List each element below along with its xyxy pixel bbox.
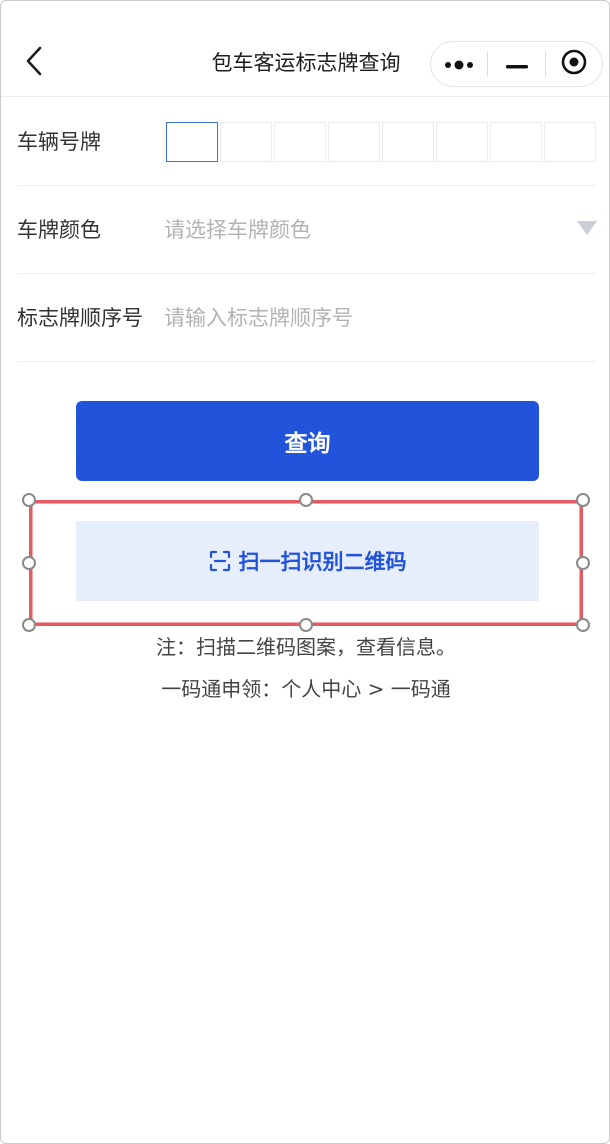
page-title: 包车客运标志牌查询 bbox=[211, 51, 401, 75]
resize-handle[interactable] bbox=[22, 556, 36, 570]
resize-handle[interactable] bbox=[22, 618, 36, 632]
target-circle-icon bbox=[561, 49, 587, 79]
sign-serial-row: 标志牌顺序号 bbox=[17, 274, 597, 362]
resize-handle[interactable] bbox=[299, 618, 313, 632]
plate-char-box[interactable] bbox=[166, 122, 218, 162]
scan-frame-icon bbox=[209, 550, 231, 572]
plate-color-placeholder: 请选择车牌颜色 bbox=[164, 218, 311, 242]
plate-color-label: 车牌颜色 bbox=[17, 218, 101, 242]
chevron-left-icon bbox=[25, 46, 43, 80]
nav-bar: 包车客运标志牌查询 bbox=[1, 1, 609, 97]
resize-handle[interactable] bbox=[576, 556, 590, 570]
plate-number-input bbox=[166, 122, 598, 162]
plate-number-row: 车辆号牌 bbox=[17, 98, 597, 186]
mini-program-capsule bbox=[430, 41, 603, 87]
plate-char-box[interactable] bbox=[328, 122, 380, 162]
close-miniprogram-button[interactable] bbox=[546, 41, 602, 87]
phone-frame: 包车客运标志牌查询 车辆号牌 车牌颜色 请选择车牌颜色 标志牌顺序号 请输入标志… bbox=[0, 0, 610, 1144]
plate-char-box[interactable] bbox=[436, 122, 488, 162]
more-button[interactable] bbox=[431, 41, 487, 87]
resize-handle[interactable] bbox=[22, 493, 36, 507]
more-dots-icon bbox=[444, 55, 474, 74]
minimize-button[interactable] bbox=[488, 41, 544, 87]
plate-char-box[interactable] bbox=[544, 122, 596, 162]
query-button[interactable]: 查询 bbox=[76, 401, 539, 481]
scan-note: 注：扫描二维码图案，查看信息。 bbox=[156, 635, 456, 659]
resize-handle[interactable] bbox=[299, 493, 313, 507]
back-button[interactable] bbox=[19, 45, 49, 81]
resize-handle[interactable] bbox=[576, 618, 590, 632]
scan-qr-button[interactable]: 扫一扫识别二维码 bbox=[76, 521, 539, 601]
plate-color-select[interactable]: 请选择车牌颜色 bbox=[164, 186, 597, 274]
dropdown-triangle-icon bbox=[577, 221, 597, 235]
sign-serial-input[interactable] bbox=[164, 274, 597, 362]
plate-number-label: 车辆号牌 bbox=[17, 130, 101, 154]
plate-char-box[interactable] bbox=[220, 122, 272, 162]
plate-char-box[interactable] bbox=[382, 122, 434, 162]
plate-char-box[interactable] bbox=[490, 122, 542, 162]
scan-qr-label: 扫一扫识别二维码 bbox=[238, 550, 407, 574]
apply-note: 一码通申领：个人中心 > 一码通 bbox=[161, 677, 451, 701]
resize-handle[interactable] bbox=[576, 493, 590, 507]
sign-serial-label: 标志牌顺序号 bbox=[17, 306, 143, 330]
plate-color-row: 车牌颜色 请选择车牌颜色 bbox=[17, 186, 597, 274]
plate-char-box[interactable] bbox=[274, 122, 326, 162]
query-button-label: 查询 bbox=[284, 431, 331, 457]
minimize-icon bbox=[505, 55, 528, 74]
